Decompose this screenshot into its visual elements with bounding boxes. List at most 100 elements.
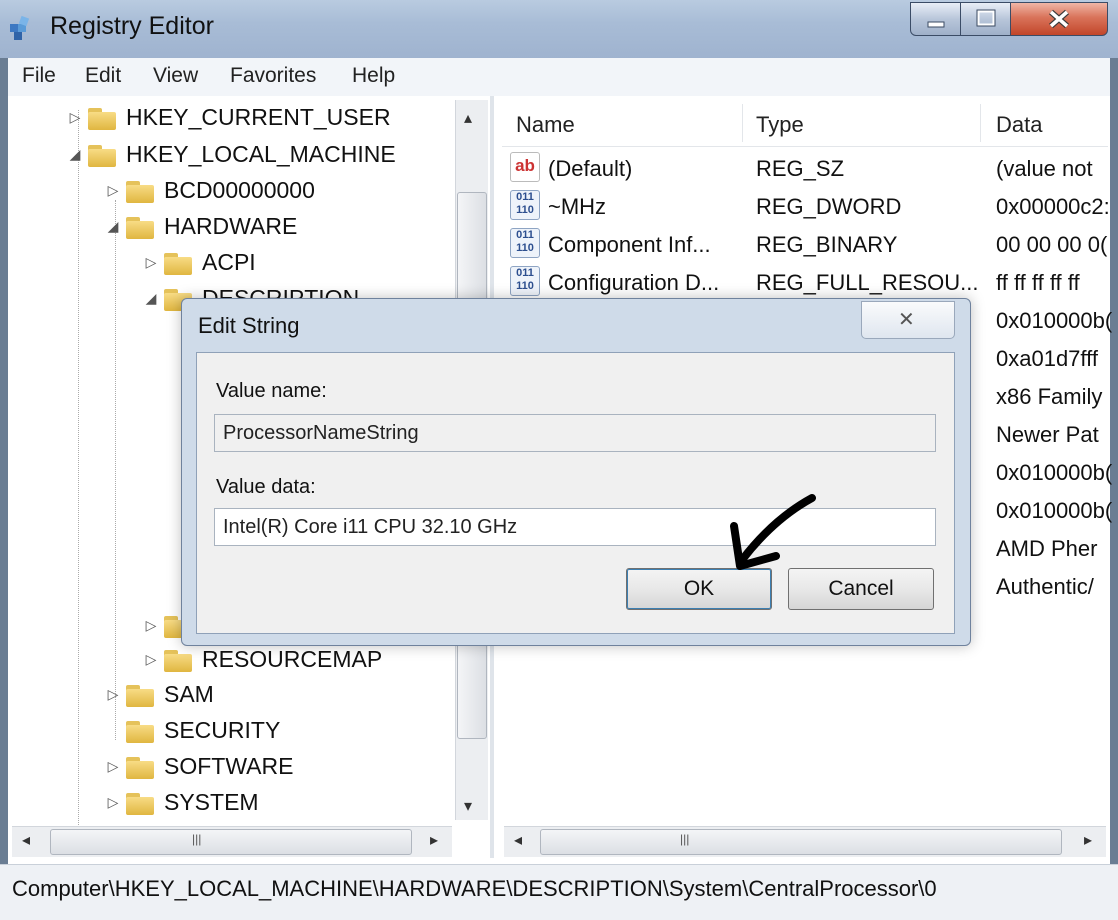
- tree-item-hkey-local-machine[interactable]: ◢ HKEY_LOCAL_MACHINE: [66, 137, 396, 171]
- scroll-right-icon[interactable]: ▸: [430, 830, 438, 850]
- tree-item-security[interactable]: SECURITY: [104, 713, 280, 747]
- tree-item-acpi[interactable]: ▷ ACPI: [142, 245, 256, 279]
- value-type: REG_BINARY: [756, 232, 898, 257]
- collapse-icon[interactable]: ◢: [104, 218, 122, 235]
- column-separator[interactable]: [742, 104, 743, 142]
- folder-icon: [126, 718, 156, 743]
- tree-item-label: HKEY_CURRENT_USER: [126, 103, 391, 130]
- status-path: Computer\HKEY_LOCAL_MACHINE\HARDWARE\DES…: [12, 876, 937, 901]
- tree-item-label: HKEY_LOCAL_MACHINE: [126, 140, 396, 167]
- values-hscroll-thumb[interactable]: [540, 829, 1062, 855]
- minimize-button[interactable]: [910, 2, 962, 36]
- tree-item-hardware[interactable]: ◢ HARDWARE: [104, 209, 297, 243]
- scroll-right-icon[interactable]: ▸: [1084, 830, 1092, 850]
- value-data: 0xa01d7fff: [996, 346, 1098, 371]
- tree-item-label: ACPI: [202, 248, 256, 275]
- tree-item-label: HARDWARE: [164, 212, 298, 239]
- expand-icon[interactable]: ▷: [104, 758, 122, 775]
- menu-favorites[interactable]: Favorites: [230, 64, 316, 88]
- value-data: x86 Family: [996, 384, 1103, 409]
- close-button[interactable]: [1010, 2, 1108, 36]
- value-name: Component Inf...: [548, 232, 711, 257]
- folder-icon: [126, 682, 156, 707]
- expand-icon: ▷: [145, 616, 157, 633]
- annotation-arrow-icon: [730, 494, 816, 570]
- folder-icon: [164, 250, 194, 275]
- value-data: 0x010000b(: [996, 460, 1113, 485]
- menu-view[interactable]: View: [153, 64, 198, 88]
- dialog-title: Edit String: [198, 313, 300, 338]
- value-name-label: Value name:: [216, 380, 327, 402]
- folder-icon: [126, 178, 156, 203]
- value-data: 00 00 00 0(: [996, 232, 1108, 257]
- folder-icon: [88, 105, 118, 130]
- window-title: Registry Editor: [50, 12, 214, 40]
- scroll-down-icon[interactable]: ▾: [464, 796, 472, 816]
- dialog-close-button[interactable]: ✕: [861, 301, 955, 339]
- value-row[interactable]: 011 110 Configuration D... REG_FULL_RESOU…: [510, 264, 1108, 302]
- value-data: Authentic/: [996, 574, 1094, 599]
- expand-icon[interactable]: ▷: [142, 254, 160, 271]
- value-data: 0x00000c2:: [996, 194, 1110, 219]
- tree-item-bcd00000000[interactable]: ▷ BCD00000000: [104, 173, 315, 207]
- expand-icon[interactable]: ▷: [66, 109, 84, 126]
- folder-icon: [88, 142, 118, 167]
- tree-hscroll-thumb[interactable]: [50, 829, 412, 855]
- scroll-grip-icon: |||: [192, 832, 202, 846]
- column-header-type[interactable]: Type: [756, 112, 804, 138]
- menu-file[interactable]: File: [22, 64, 56, 88]
- column-header-name[interactable]: Name: [516, 112, 575, 138]
- folder-icon: [126, 790, 156, 815]
- value-type: REG_SZ: [756, 156, 845, 181]
- value-data: Newer Pat: [996, 422, 1099, 447]
- string-value-icon: ab: [510, 152, 540, 182]
- column-separator[interactable]: [980, 104, 981, 142]
- column-header-data[interactable]: Data: [996, 112, 1042, 138]
- binary-value-icon: 011 110: [510, 228, 540, 258]
- close-icon: [1049, 9, 1069, 29]
- tree-item-sam[interactable]: ▷ SAM: [104, 677, 214, 711]
- tree-item-system[interactable]: ▷ SYSTEM: [104, 785, 259, 819]
- binary-value-icon: 011 110: [510, 266, 540, 296]
- value-name-text: ProcessorNameString: [223, 422, 419, 444]
- folder-icon: [164, 647, 194, 672]
- folder-icon: [126, 754, 156, 779]
- maximize-button[interactable]: [960, 2, 1012, 36]
- value-name: ~MHz: [548, 194, 607, 219]
- value-row[interactable]: 011 110 ~MHz REG_DWORD 0x00000c2:: [510, 188, 1110, 226]
- expand-icon[interactable]: ▷: [104, 182, 122, 199]
- expand-icon[interactable]: ▷: [142, 651, 160, 668]
- value-data: ff ff ff ff ff: [996, 270, 1080, 295]
- scroll-left-icon[interactable]: ◂: [514, 830, 522, 850]
- tree-item-hkey-current-user[interactable]: ▷ HKEY_CURRENT_USER: [66, 100, 391, 134]
- tree-item-resourcemap[interactable]: ▷ RESOURCEMAP: [142, 642, 382, 676]
- value-type: REG_FULL_RESOU...: [756, 270, 979, 295]
- binary-value-icon: 011 110: [510, 190, 540, 220]
- value-data: 0x010000b(: [996, 308, 1113, 333]
- value-row[interactable]: ab (Default) REG_SZ (value not: [510, 150, 1108, 188]
- tree-item-label: RESOURCEMAP: [202, 645, 383, 672]
- minimize-icon: [927, 21, 945, 28]
- tree-item-software[interactable]: ▷ SOFTWARE: [104, 749, 293, 783]
- menu-help[interactable]: Help: [352, 64, 395, 88]
- collapse-icon[interactable]: ◢: [142, 290, 160, 307]
- value-name: (Default): [548, 156, 633, 181]
- value-data-label: Value data:: [216, 476, 316, 498]
- maximize-icon: [976, 9, 996, 27]
- tree-item-label: SOFTWARE: [164, 752, 294, 779]
- tree-item-label: BCD00000000: [164, 176, 315, 203]
- tree-item-label: SAM: [164, 680, 214, 707]
- expand-icon[interactable]: ▷: [104, 794, 122, 811]
- scroll-left-icon[interactable]: ◂: [22, 830, 30, 850]
- scroll-up-icon[interactable]: ▴: [464, 108, 472, 128]
- value-data: AMD Pher: [996, 536, 1098, 561]
- tree-connector: [78, 110, 79, 825]
- menu-edit[interactable]: Edit: [85, 64, 121, 88]
- collapse-icon[interactable]: ◢: [66, 146, 84, 163]
- value-name-field[interactable]: ProcessorNameString: [214, 414, 936, 452]
- value-data-text: Intel(R) Core i11 CPU 32.10 GHz: [223, 516, 518, 538]
- value-row[interactable]: 011 110 Component Inf... REG_BINARY 00 00…: [510, 226, 1108, 264]
- value-data: (value not: [996, 156, 1093, 181]
- tree-connector: [115, 200, 116, 740]
- expand-icon[interactable]: ▷: [104, 686, 122, 703]
